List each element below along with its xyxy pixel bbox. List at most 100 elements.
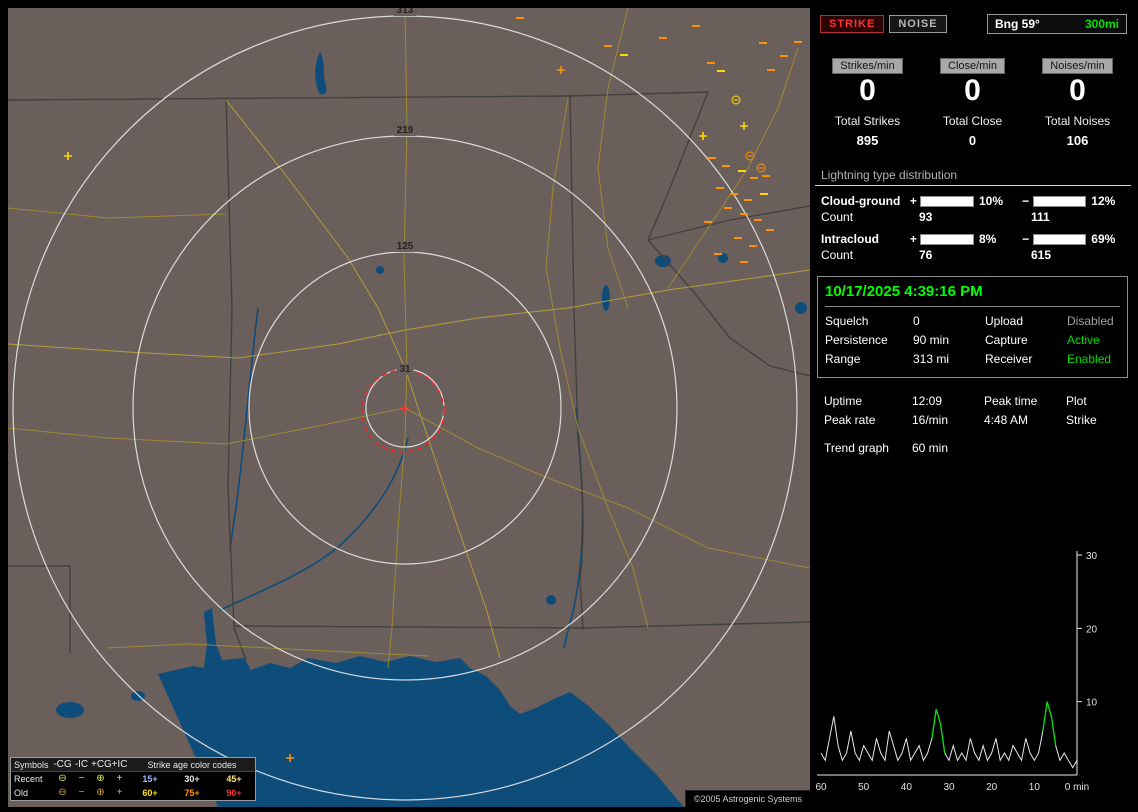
bearing-value: Bng 59°	[995, 17, 1040, 31]
minus-icon: −	[78, 773, 85, 784]
range-ring-label: 219	[393, 125, 417, 136]
upload-label: Upload	[985, 314, 1024, 328]
range-value: 300mi	[1084, 17, 1119, 31]
age-badge: 75+	[184, 788, 200, 798]
copyright-notice: ©2005 Astrogenic Systems	[684, 790, 810, 807]
ic-positive-count: 76	[919, 248, 933, 262]
age-badge: 30+	[184, 774, 200, 784]
svg-text:20: 20	[1086, 624, 1098, 635]
count-label: Count	[821, 210, 854, 224]
svg-text:0 min: 0 min	[1065, 782, 1089, 793]
legend-symbols-header: Symbols	[14, 759, 49, 770]
ic-negative-gauge	[1032, 233, 1087, 245]
svg-text:10: 10	[1029, 782, 1041, 793]
age-badge: 60+	[142, 788, 158, 798]
svg-text:50: 50	[858, 782, 870, 793]
persistence-value: 90 min	[913, 333, 950, 347]
noises-per-min-label: Noises/min	[1042, 58, 1113, 74]
ic-positive-gauge	[920, 233, 974, 245]
range-ring-label: 313	[393, 8, 417, 16]
minus-icon: −	[1022, 232, 1030, 246]
trend-chart-canvas: 10 20 30 60 50 40 30 20 10 0 min	[815, 551, 1098, 793]
strikes-per-min-column: Strikes/min 0 Total Strikes 895	[815, 58, 920, 148]
status-row: Range 313 mi Receiver Enabled	[825, 352, 1120, 366]
intracloud-counts: Count 76 615	[815, 248, 1131, 262]
plus-icon: +	[909, 194, 917, 208]
circle-plus-icon: ⊕	[96, 787, 105, 798]
legend-col-pos-cg: +CG	[91, 758, 112, 770]
svg-text:10: 10	[1086, 698, 1098, 709]
lightning-map[interactable]: 313 219 125 31 Symbols -CG -IC +CG +IC S…	[8, 8, 810, 807]
total-noises-label: Total Noises	[1044, 114, 1111, 128]
legend-old-label: Old	[14, 788, 29, 798]
peak-time-label: Peak time	[984, 394, 1038, 408]
divider	[815, 185, 1131, 186]
noise-mode-button[interactable]: NOISE	[889, 15, 947, 33]
minus-icon: −	[1022, 194, 1030, 208]
cg-negative-gauge	[1032, 195, 1087, 207]
age-badge: 45+	[226, 774, 242, 784]
peak-rate-label: Peak rate	[824, 413, 876, 427]
range-ring-label: 125	[393, 241, 417, 252]
status-row: Squelch 0 Upload Disabled	[825, 314, 1120, 328]
strikes-per-min-value: 0	[859, 74, 876, 107]
cloud-ground-counts: Count 93 111	[815, 210, 1131, 224]
status-row: Persistence 90 min Capture Active	[825, 333, 1120, 347]
close-per-min-value: 0	[964, 74, 981, 107]
legend-col-neg-cg: -CG	[53, 758, 72, 770]
noises-per-min-value: 0	[1069, 74, 1086, 107]
peak-rate-row: Peak rate 16/min 4:48 AM Strike	[824, 413, 1128, 427]
cg-positive-percent: 10%	[978, 194, 1004, 208]
plus-icon: +	[116, 787, 123, 798]
total-close-value: 0	[968, 133, 977, 148]
svg-text:20: 20	[986, 782, 998, 793]
cloud-ground-row: Cloud-ground + 10% − 12%	[815, 194, 1131, 208]
svg-text:30: 30	[1086, 551, 1098, 562]
session-info: Uptime 12:09 Peak time Plot Peak rate 16…	[824, 394, 1128, 455]
trend-chart: 10 20 30 60 50 40 30 20 10 0 min	[815, 543, 1131, 799]
receiver-status: Enabled	[1067, 352, 1112, 366]
svg-text:60: 60	[815, 782, 827, 793]
cloud-ground-label: Cloud-ground	[821, 194, 901, 208]
legend-recent-label: Recent	[14, 774, 43, 784]
datetime-display: 10/17/2025 4:39:16 PM	[825, 283, 1120, 307]
svg-text:30: 30	[943, 782, 955, 793]
total-strikes-label: Total Strikes	[834, 114, 901, 128]
uptime-label: Uptime	[824, 394, 863, 408]
distribution-title: Lightning type distribution	[821, 168, 958, 182]
peak-rate-value: 16/min	[912, 413, 949, 427]
circle-minus-icon: ⊖	[58, 787, 67, 798]
trend-graph-row: Trend graph 60 min	[824, 441, 1128, 455]
map-legend: Symbols -CG -IC +CG +IC Strike age color…	[10, 757, 256, 801]
legend-age-title: Strike age color codes	[147, 759, 237, 770]
range-ring-label: 31	[396, 364, 414, 375]
cg-positive-count: 93	[919, 210, 933, 224]
bearing-range-display: Bng 59° 300mi	[987, 14, 1127, 34]
ic-positive-percent: 8%	[978, 232, 997, 246]
plot-mode-value: Strike	[1066, 413, 1097, 427]
cg-negative-count: 111	[1031, 210, 1050, 224]
trend-graph-window: 60 min	[912, 441, 949, 455]
squelch-label: Squelch	[825, 314, 869, 328]
svg-text:40: 40	[901, 782, 913, 793]
legend-row-recent: Recent ⊖ − ⊕ + 15+ 30+ 45+	[11, 772, 255, 786]
receiver-status-box: 10/17/2025 4:39:16 PM Squelch 0 Upload D…	[817, 276, 1128, 378]
receiver-label: Receiver	[985, 352, 1033, 366]
status-panel: STRIKE NOISE Bng 59° 300mi Strikes/min 0…	[815, 8, 1131, 807]
capture-status: Active	[1067, 333, 1100, 347]
age-badge: 15+	[142, 774, 158, 784]
minus-icon: −	[78, 787, 85, 798]
ic-negative-count: 615	[1031, 248, 1052, 262]
legend-row-old: Old ⊖ − ⊕ + 60+ 75+ 90+	[11, 786, 255, 800]
peak-time-value: 4:48 AM	[984, 413, 1029, 427]
legend-col-pos-ic: +IC	[111, 758, 128, 770]
strike-mode-button[interactable]: STRIKE	[820, 15, 885, 33]
strikes-per-min-label: Strikes/min	[832, 58, 903, 74]
capture-label: Capture	[985, 333, 1028, 347]
upload-status: Disabled	[1067, 314, 1114, 328]
total-noises-value: 106	[1066, 133, 1089, 148]
trend-graph-label: Trend graph	[824, 441, 889, 455]
noises-per-min-column: Noises/min 0 Total Noises 106	[1025, 58, 1130, 148]
circle-minus-icon: ⊖	[58, 773, 67, 784]
legend-col-neg-ic: -IC	[74, 758, 89, 770]
